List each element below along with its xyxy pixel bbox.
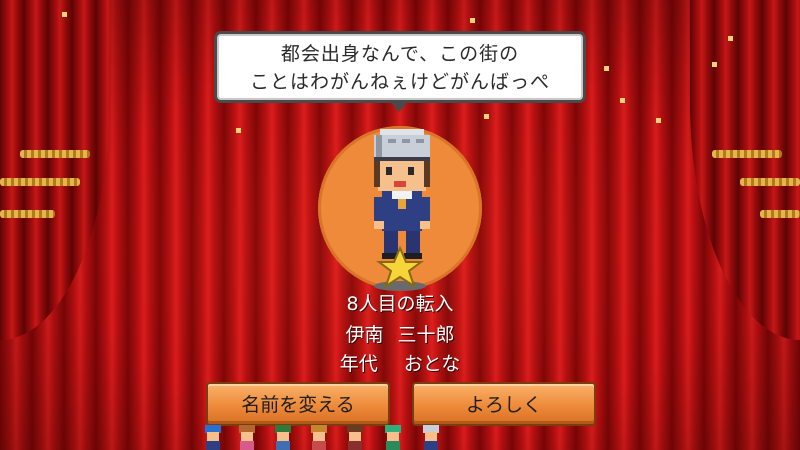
confirm-button[interactable]: よろしく: [412, 382, 596, 426]
confetti: [712, 62, 717, 67]
family-name: 伊南: [345, 324, 384, 346]
resident-sprite: [311, 425, 327, 450]
age-label: 年代: [339, 353, 378, 375]
age-value: おとな: [403, 353, 461, 375]
star-icon: [374, 246, 426, 291]
arrival-count: 8人目の転入: [346, 293, 454, 315]
curtain-fringe: [740, 178, 800, 186]
confetti: [604, 66, 609, 71]
speech-line-2: ことはわがんねぇけどがんばっぺ: [249, 71, 550, 93]
resident-sprite: [205, 425, 221, 450]
curtain-fringe: [20, 150, 90, 158]
resident-sprite: [385, 425, 401, 450]
confetti: [236, 128, 241, 133]
speech-line-1: 都会出身なんで、この街の: [280, 43, 520, 65]
confetti: [728, 36, 733, 41]
given-name: 三十郎: [397, 324, 455, 346]
confetti: [470, 18, 475, 23]
confetti: [656, 118, 661, 123]
resident-sprite: [239, 425, 255, 450]
curtain-fringe: [760, 210, 800, 218]
speech-bubble: 都会出身なんで、この街の ことはわがんねぇけどがんばっぺ: [214, 31, 586, 112]
curtain-fringe: [0, 210, 55, 218]
confetti: [620, 98, 625, 103]
resident-sprite: [275, 425, 291, 450]
confetti: [62, 12, 67, 17]
resident-sprite: [347, 425, 363, 450]
resident-sprite: [423, 425, 439, 450]
curtain-fringe: [0, 178, 80, 186]
age-row: 年代 おとな: [300, 349, 500, 376]
rename-button[interactable]: 名前を変える: [206, 382, 390, 426]
confetti: [484, 114, 489, 119]
resident-lineup: [198, 423, 458, 450]
curtain-fringe: [712, 150, 782, 158]
resident-name: 伊南 三十郎: [300, 320, 500, 347]
